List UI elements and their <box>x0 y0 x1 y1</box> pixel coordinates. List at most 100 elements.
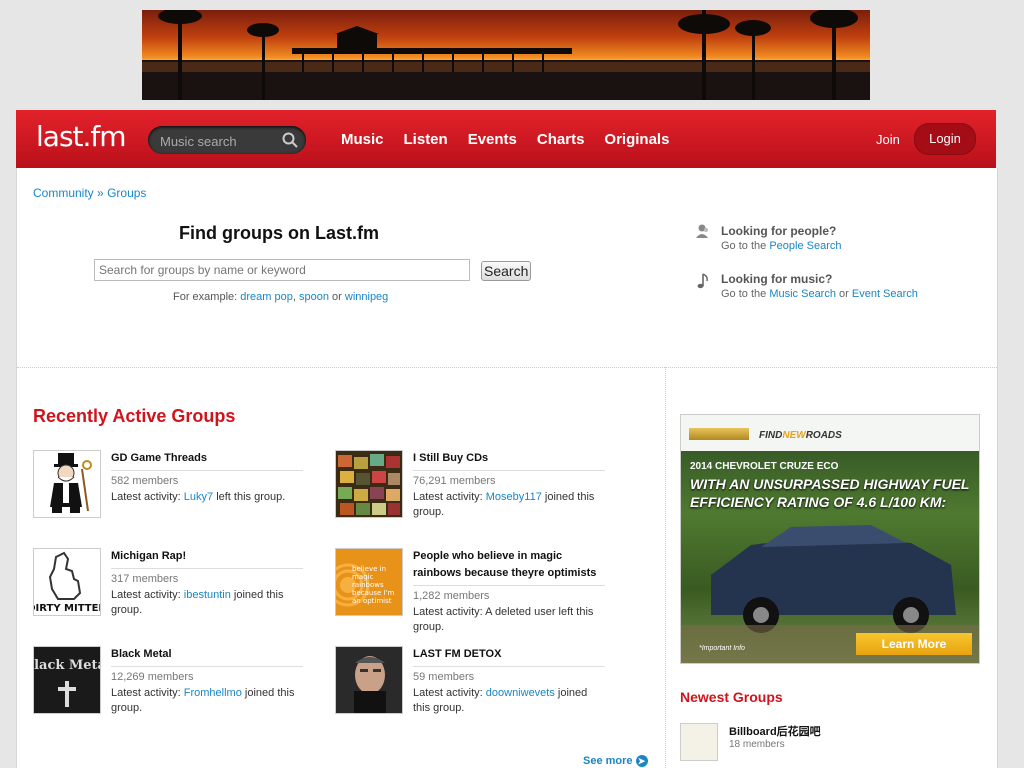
person-icon <box>695 224 711 243</box>
group-info: GD Game Threads 582 members Latest activ… <box>111 450 303 505</box>
group-info: Black Metal 12,269 members Latest activi… <box>111 646 303 716</box>
rainbow-thumb-text: believe in magic rainbows because I'm an… <box>352 565 395 605</box>
group-card: I Still Buy CDs 76,291 members Latest ac… <box>335 450 615 520</box>
group-name[interactable]: People who believe in magic rainbows bec… <box>413 548 605 586</box>
example-spoon[interactable]: spoon <box>299 291 329 303</box>
examples-or: or <box>332 291 342 303</box>
example-dream-pop[interactable]: dream pop <box>240 291 293 303</box>
group-activity: Latest activity: Moseby117 joined this g… <box>413 490 605 520</box>
search-examples: For example: dream pop, spoon or winnipe… <box>173 291 388 303</box>
group-thumb-black-metal[interactable]: Black Metal <box>33 646 101 714</box>
nav-charts[interactable]: Charts <box>537 131 585 148</box>
activity-action: left this group. <box>216 491 286 503</box>
find-groups-title: Find groups on Last.fm <box>179 223 379 243</box>
group-search-input[interactable] <box>94 259 470 281</box>
nav-music[interactable]: Music <box>341 131 384 148</box>
group-members: 12,269 members <box>111 671 194 683</box>
activity-user[interactable]: ibestuntin <box>184 589 231 601</box>
ad-headline: WITH AN UNSURPASSED HIGHWAY FUEL EFFICIE… <box>690 476 970 510</box>
activity-label: Latest activity: <box>413 606 483 618</box>
event-search-link[interactable]: Event Search <box>852 288 918 300</box>
people-search-link[interactable]: People Search <box>769 240 841 252</box>
music-help-title: Looking for music? <box>721 272 833 286</box>
section-divider <box>17 367 997 368</box>
black-metal-thumb-text: Black Metal <box>34 658 100 673</box>
activity-user[interactable]: Fromhellmo <box>184 687 242 699</box>
group-card: DIRTY MITTEN Michigan Rap! 317 members L… <box>33 548 313 618</box>
nav-events[interactable]: Events <box>468 131 517 148</box>
nav-originals[interactable]: Originals <box>604 131 669 148</box>
newest-group-thumb[interactable] <box>680 723 718 761</box>
group-members: 582 members <box>111 475 179 487</box>
group-activity: Latest activity: Luky7 left this group. <box>111 490 303 505</box>
content-card: Community » Groups Find groups on Last.f… <box>16 168 998 768</box>
example-winnipeg[interactable]: winnipeg <box>345 291 388 303</box>
michigan-thumb-text: DIRTY MITTEN <box>34 603 100 614</box>
learn-more-button[interactable]: Learn More <box>856 633 972 655</box>
music-search-box[interactable] <box>148 126 306 154</box>
see-more-link[interactable]: See more ➤ <box>583 755 648 768</box>
lastfm-logo[interactable]: last.fm <box>36 120 127 153</box>
activity-label: Latest activity: <box>111 491 181 503</box>
nav-listen[interactable]: Listen <box>404 131 448 148</box>
group-thumb-michigan[interactable]: DIRTY MITTEN <box>33 548 101 616</box>
group-activity: Latest activity: A deleted user left thi… <box>413 605 605 635</box>
group-card: GD Game Threads 582 members Latest activ… <box>33 450 313 520</box>
music-help: Looking for music? Go to the Music Searc… <box>695 272 918 300</box>
activity-label: Latest activity: <box>111 687 181 699</box>
group-thumb-monopoly[interactable] <box>33 450 101 518</box>
music-search-link[interactable]: Music Search <box>769 288 836 300</box>
music-note-icon <box>695 272 711 293</box>
examples-label: For example: <box>173 291 238 303</box>
group-thumb-detox[interactable] <box>335 646 403 714</box>
group-name[interactable]: Michigan Rap! <box>111 548 303 569</box>
music-search-input[interactable] <box>158 131 280 151</box>
ad-fine-print[interactable]: *Important Info <box>699 645 745 652</box>
group-name[interactable]: GD Game Threads <box>111 450 303 471</box>
breadcrumb-separator: » <box>97 186 104 200</box>
music-help-or: or <box>839 288 849 300</box>
activity-label: Latest activity: <box>413 687 483 699</box>
group-card: LAST FM DETOX 59 members Latest activity… <box>335 646 615 716</box>
see-more-label: See more <box>583 755 633 767</box>
group-name[interactable]: LAST FM DETOX <box>413 646 605 667</box>
breadcrumb: Community » Groups <box>33 186 146 200</box>
group-activity: Latest activity: ibestuntin joined this … <box>111 588 303 618</box>
newest-groups-title: Newest Groups <box>680 689 783 705</box>
examples-comma: , <box>292 291 296 303</box>
group-info: People who believe in magic rainbows bec… <box>413 548 605 635</box>
recently-active-title: Recently Active Groups <box>33 406 236 426</box>
group-thumb-cds[interactable] <box>335 450 403 518</box>
people-help-prefix: Go to the <box>721 240 767 252</box>
group-activity: Latest activity: Fromhellmo joined this … <box>111 686 303 716</box>
group-info: Michigan Rap! 317 members Latest activit… <box>111 548 303 618</box>
group-card: Black Metal Black Metal 12,269 members L… <box>33 646 313 716</box>
top-banner-ad[interactable] <box>142 10 870 100</box>
activity-label: Latest activity: <box>111 589 181 601</box>
people-help: Looking for people? Go to the People Sea… <box>695 224 842 252</box>
newest-group-name[interactable]: Billboard后花园吧 <box>729 723 821 739</box>
site-header: last.fm Music Listen Events Charts Originals… <box>16 110 996 169</box>
activity-user[interactable]: doowniwevets <box>486 687 555 699</box>
breadcrumb-community[interactable]: Community <box>33 186 94 200</box>
breadcrumb-groups[interactable]: Groups <box>107 186 146 200</box>
group-name[interactable]: I Still Buy CDs <box>413 450 605 471</box>
group-members: 1,282 members <box>413 590 490 602</box>
join-link[interactable]: Join <box>876 132 900 147</box>
group-info: LAST FM DETOX 59 members Latest activity… <box>413 646 605 716</box>
search-icon[interactable] <box>282 132 298 151</box>
group-activity: Latest activity: doowniwevets joined thi… <box>413 686 605 716</box>
chevrolet-ad[interactable]: FINDNEWROADS 2014 CHEVROLET CRUZE ECO WI… <box>680 414 980 664</box>
arrow-right-icon: ➤ <box>635 755 648 768</box>
people-help-text: Go to the People Search <box>721 240 842 252</box>
newest-group-members: 18 members <box>729 739 785 750</box>
activity-user[interactable]: Moseby117 <box>486 491 542 503</box>
activity-user[interactable]: Luky7 <box>184 491 213 503</box>
column-divider <box>665 367 666 768</box>
group-name[interactable]: Black Metal <box>111 646 303 667</box>
group-thumb-rainbows[interactable]: believe in magic rainbows because I'm an… <box>335 548 403 616</box>
group-members: 76,291 members <box>413 475 496 487</box>
pier-sunset-image <box>142 10 870 100</box>
login-button[interactable]: Login <box>914 123 976 155</box>
group-search-button[interactable]: Search <box>481 261 532 281</box>
